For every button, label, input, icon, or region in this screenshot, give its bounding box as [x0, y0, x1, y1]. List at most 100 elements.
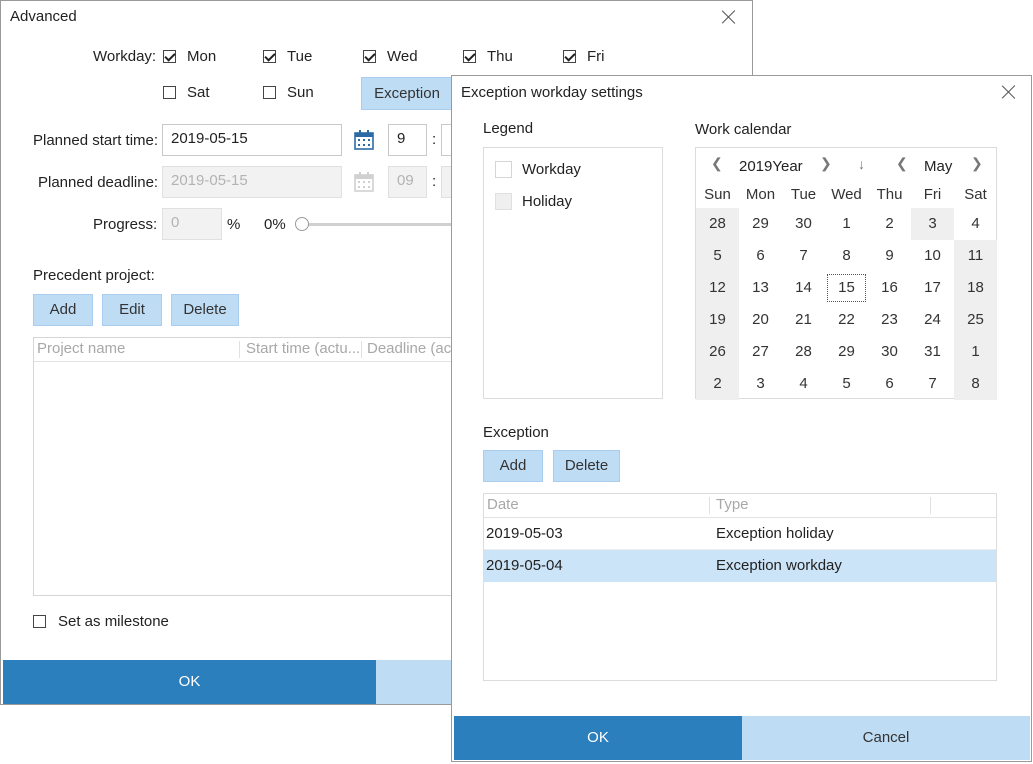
progress-slider-handle[interactable]: [295, 217, 309, 231]
planned-start-hour-input[interactable]: 9: [388, 124, 427, 156]
calendar-day[interactable]: 7: [782, 240, 825, 272]
calendar-day[interactable]: 6: [868, 368, 911, 400]
calendar-day[interactable]: 28: [782, 336, 825, 368]
row-date: 2019-05-04: [486, 557, 563, 574]
calendar-day[interactable]: 7: [911, 368, 954, 400]
ok-button[interactable]: OK: [3, 660, 376, 704]
edit-precedent-button[interactable]: Edit: [102, 294, 162, 326]
workday-mon-checkbox[interactable]: [163, 50, 176, 63]
calendar-day[interactable]: 15: [825, 272, 868, 304]
planned-start-date-input[interactable]: 2019-05-15: [162, 124, 342, 156]
workday-fri-checkbox[interactable]: [563, 50, 576, 63]
precedent-project-label: Precedent project:: [33, 267, 155, 284]
column-header-deadline[interactable]: Deadline (ac: [367, 340, 451, 357]
precedent-table: Project name Start time (actu... Deadlin…: [33, 337, 473, 596]
calendar-day[interactable]: 29: [825, 336, 868, 368]
cancel-button[interactable]: Cancel: [742, 716, 1030, 760]
calendar-day[interactable]: 4: [782, 368, 825, 400]
calendar-month[interactable]: May: [924, 158, 952, 175]
calendar-day[interactable]: 26: [696, 336, 739, 368]
calendar-day[interactable]: 23: [868, 304, 911, 336]
workday-thu-label: Thu: [487, 48, 513, 65]
weekday-header: Sat: [964, 186, 987, 203]
calendar-day[interactable]: 30: [782, 208, 825, 240]
workday-tue-label: Tue: [287, 48, 313, 65]
workday-sun-checkbox[interactable]: [263, 86, 276, 99]
add-precedent-button[interactable]: Add: [33, 294, 93, 326]
column-header-project-name[interactable]: Project name: [37, 340, 125, 357]
calendar-day[interactable]: 17: [911, 272, 954, 304]
calendar-day[interactable]: 10: [911, 240, 954, 272]
calendar-day[interactable]: 14: [782, 272, 825, 304]
workday-sat-checkbox[interactable]: [163, 86, 176, 99]
planned-deadline-hour-input: 09: [388, 166, 427, 198]
calendar-day[interactable]: 1: [825, 208, 868, 240]
calendar-day[interactable]: 9: [868, 240, 911, 272]
close-icon[interactable]: [1000, 83, 1018, 101]
calendar-day[interactable]: 22: [825, 304, 868, 336]
legend-holiday-label: Holiday: [522, 193, 573, 210]
calendar-day[interactable]: 2: [868, 208, 911, 240]
prev-year-icon[interactable]: ❮: [711, 155, 723, 172]
prev-month-icon[interactable]: ❮: [896, 155, 908, 172]
progress-label: Progress:: [93, 216, 158, 233]
calendar-day[interactable]: 1: [954, 336, 997, 368]
down-arrow-icon[interactable]: ↓: [858, 156, 865, 172]
add-exception-button[interactable]: Add: [483, 450, 543, 482]
calendar-day[interactable]: 3: [911, 208, 954, 240]
milestone-checkbox[interactable]: [33, 615, 46, 628]
calendar-day[interactable]: 3: [739, 368, 782, 400]
calendar-day[interactable]: 6: [739, 240, 782, 272]
calendar-day[interactable]: 8: [825, 240, 868, 272]
next-year-icon[interactable]: ❯: [820, 155, 832, 172]
weekday-header: Fri: [923, 186, 942, 203]
progress-slider-value: 0%: [264, 216, 286, 233]
calendar-icon[interactable]: [354, 130, 374, 150]
delete-exception-button[interactable]: Delete: [553, 450, 620, 482]
calendar-day[interactable]: 30: [868, 336, 911, 368]
calendar-day[interactable]: 25: [954, 304, 997, 336]
calendar-day[interactable]: 5: [696, 240, 739, 272]
exception-workday-dialog: Exception workday settings Legend Workda…: [451, 75, 1032, 762]
calendar-day[interactable]: 29: [739, 208, 782, 240]
calendar-day[interactable]: 28: [696, 208, 739, 240]
delete-precedent-button[interactable]: Delete: [171, 294, 239, 326]
planned-deadline-date-input: 2019-05-15: [162, 166, 342, 198]
calendar-day[interactable]: 19: [696, 304, 739, 336]
calendar-day[interactable]: 5: [825, 368, 868, 400]
calendar-year[interactable]: 2019Year: [739, 158, 803, 175]
column-header-start-time[interactable]: Start time (actu...: [246, 340, 360, 357]
weekday-header: Thu: [876, 186, 903, 203]
weekday-header: Wed: [831, 186, 862, 203]
calendar-day[interactable]: 18: [954, 272, 997, 304]
table-row[interactable]: 2019-05-03 Exception holiday: [484, 518, 996, 550]
column-header-date[interactable]: Date: [487, 496, 519, 513]
exception-button[interactable]: Exception: [361, 77, 453, 110]
calendar-day[interactable]: 4: [954, 208, 997, 240]
calendar-day[interactable]: 2: [696, 368, 739, 400]
next-month-icon[interactable]: ❯: [971, 155, 983, 172]
weekday-header: Mon: [745, 186, 776, 203]
workday-tue-checkbox[interactable]: [263, 50, 276, 63]
calendar-day[interactable]: 11: [954, 240, 997, 272]
calendar-day[interactable]: 20: [739, 304, 782, 336]
workday-thu-checkbox[interactable]: [463, 50, 476, 63]
calendar-day[interactable]: 24: [911, 304, 954, 336]
close-icon[interactable]: [720, 8, 738, 26]
progress-slider-track[interactable]: [303, 223, 463, 226]
calendar-day[interactable]: 27: [739, 336, 782, 368]
calendar-day[interactable]: 21: [782, 304, 825, 336]
ok-button[interactable]: OK: [454, 716, 742, 760]
percent-sign: %: [227, 216, 241, 233]
calendar-day[interactable]: 13: [739, 272, 782, 304]
column-header-type[interactable]: Type: [716, 496, 749, 513]
workday-fri-label: Fri: [587, 48, 605, 65]
calendar-day[interactable]: 16: [868, 272, 911, 304]
calendar-day[interactable]: 8: [954, 368, 997, 400]
column-divider: [709, 497, 710, 514]
column-divider: [930, 497, 931, 514]
workday-wed-checkbox[interactable]: [363, 50, 376, 63]
table-row[interactable]: 2019-05-04 Exception workday: [484, 550, 996, 582]
calendar-day[interactable]: 12: [696, 272, 739, 304]
calendar-day[interactable]: 31: [911, 336, 954, 368]
